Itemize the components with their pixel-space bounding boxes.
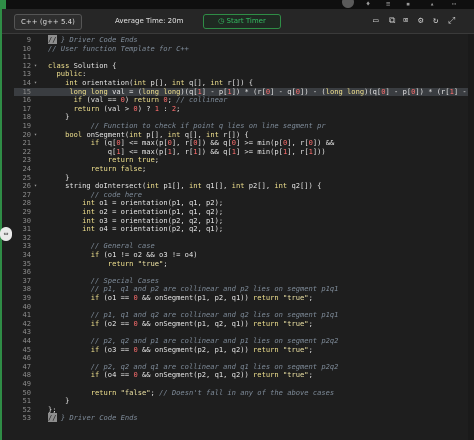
bookmark-icon[interactable]: ▪ [406,0,410,9]
line-number: 53 [22,413,31,423]
code-text: int o4 = orientation(p2, q2, q1); [82,224,224,234]
code-text: if (o3 == 0 && onSegment(p2, p1, q2)) re… [90,344,313,354]
code-line[interactable]: 51 } [14,396,474,405]
code-text: return "false"; // Doesn't fall in any o… [90,387,335,397]
copy-icon[interactable]: ⧉ [389,16,395,26]
resize-handle-icon[interactable]: ⇔ [0,227,12,241]
language-select[interactable]: C++ (g++ 5.4) [14,14,82,30]
code-line[interactable]: 17 return (val > 0) ? 1 : 2; [14,104,474,113]
editor-scrollbar[interactable] [468,34,474,440]
code-line[interactable]: 24 return false; [14,164,474,173]
start-timer-label: Start Timer [226,17,266,25]
code-text: if (o4 == 0 && onSegment(p2, q1, q2)) re… [90,370,313,380]
fold-chevron-icon[interactable]: ▾ [34,182,39,190]
top-strip: ♦ ≡ ▪ ▴ ⋯ [0,0,474,9]
fullscreen-icon[interactable]: ⤢ [448,16,455,26]
code-text: if (o2 == 0 && onSegment(p1, q2, q1)) re… [90,318,313,328]
bell-icon[interactable]: ♦ [366,0,370,9]
fold-chevron-icon[interactable]: ▾ [34,79,39,87]
code-line[interactable]: 50 return "false"; // Doesn't fall in an… [14,387,474,397]
settings-icon[interactable]: ⚙ [418,16,423,26]
code-text: if (o1 == 0 && onSegment(p1, p2, q1)) re… [90,293,313,302]
file-icon[interactable]: ▭ [373,16,378,26]
avatar[interactable] [342,0,354,8]
fold-chevron-icon[interactable]: ▾ [34,62,39,70]
code-line[interactable]: 45 if (o3 == 0 && onSegment(p2, p1, q2))… [14,344,474,354]
average-time: Average Time: 20m [115,17,184,25]
share-icon[interactable]: ▴ [430,0,434,9]
more-icon[interactable]: ⋯ [452,0,456,9]
code-line[interactable]: 31 int o4 = orientation(p2, q2, q1); [14,224,474,234]
reset-icon[interactable]: ↻ [433,16,438,26]
code-line[interactable]: 42 if (o2 == 0 && onSegment(p1, q2, q1))… [14,318,474,328]
start-timer-button[interactable]: ◷ Start Timer [203,14,281,29]
code-text: // } Driver Code Ends [48,413,138,423]
code-line[interactable]: 53 // } Driver Code Ends [14,413,474,423]
code-text: return "true"; [107,258,168,268]
code-line[interactable]: 48 if (o4 == 0 && onSegment(p2, q1, q2))… [14,370,474,380]
code-line[interactable]: 10// User function Template for C++ [14,43,474,53]
code-icon[interactable]: ⌧ [403,16,408,26]
panel-divider [0,0,2,440]
menu-icon[interactable]: ≡ [386,0,390,9]
code-text: // User function Template for C++ [48,43,189,53]
code-line[interactable]: 39 if (o1 == 0 && onSegment(p1, p2, q1))… [14,293,474,302]
code-editor[interactable]: 9// } Driver Code Ends 10// User function… [14,34,474,440]
code-line[interactable]: 35 return "true"; [14,258,474,268]
editor-toolbar: C++ (g++ 5.4) Average Time: 20m ◷ Start … [0,9,474,34]
fold-chevron-icon[interactable]: ▾ [34,131,39,139]
